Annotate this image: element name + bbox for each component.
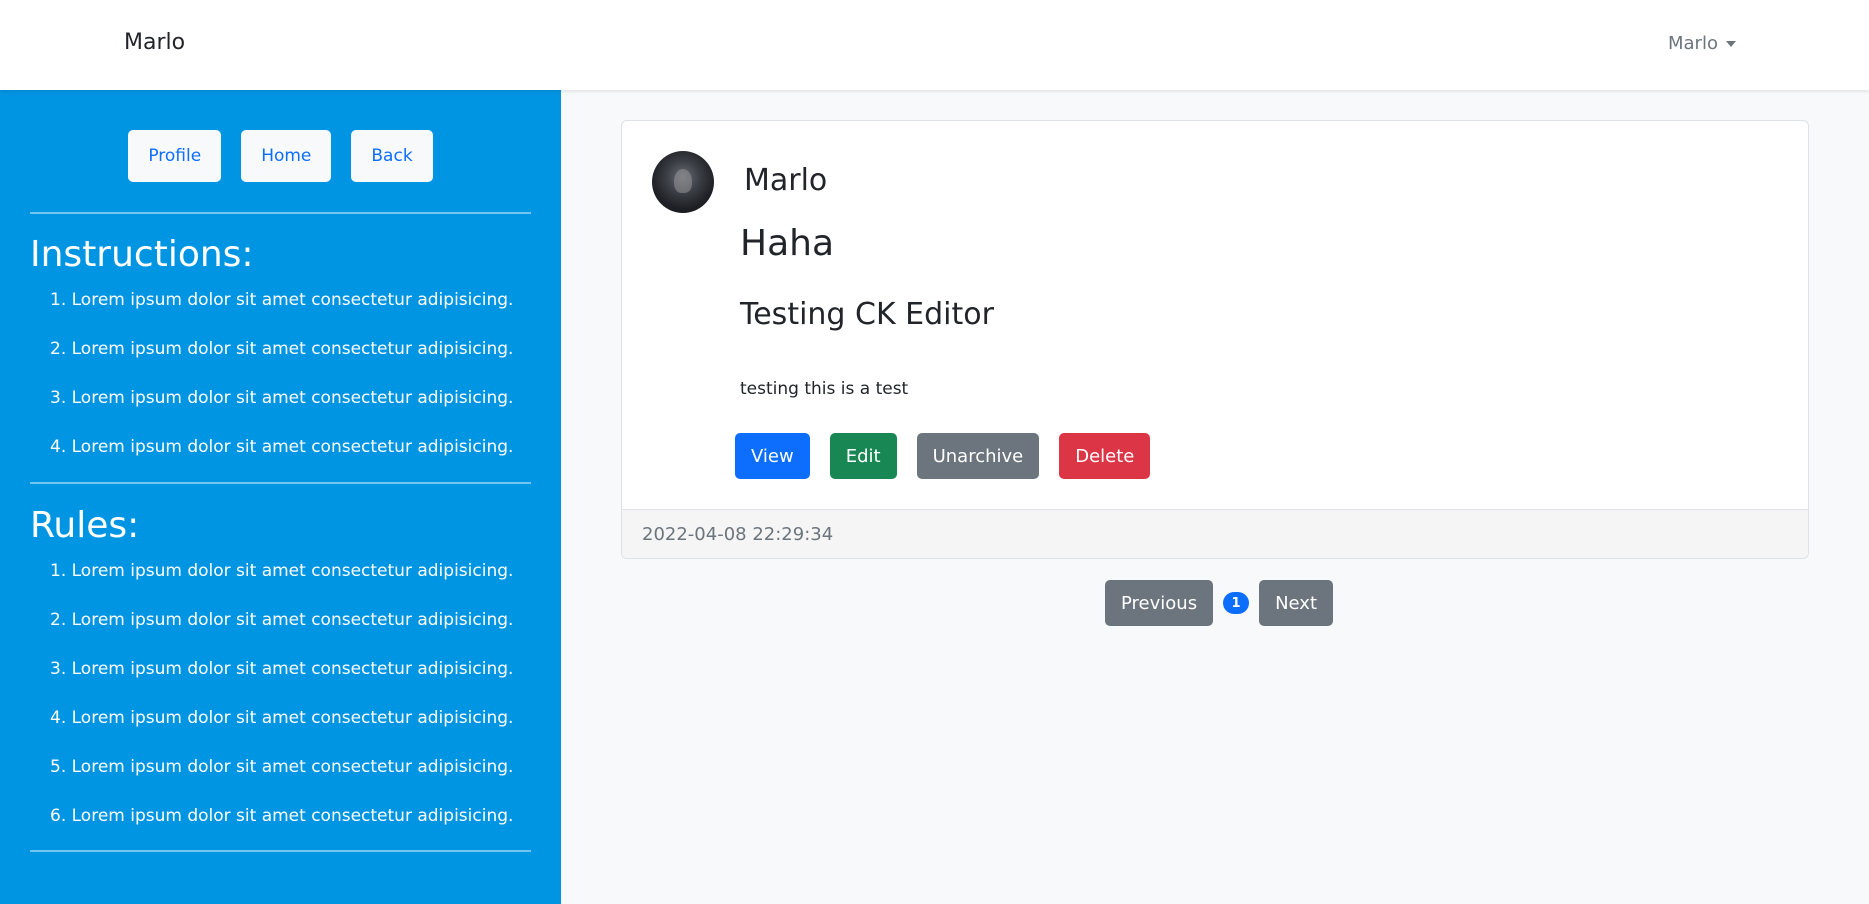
list-item: 1. Lorem ipsum dolor sit amet consectetu…	[50, 290, 514, 310]
back-button[interactable]: Back	[351, 130, 433, 182]
post-actions: View Edit Unarchive Delete	[735, 433, 1151, 479]
list-item: 2. Lorem ipsum dolor sit amet consectetu…	[50, 339, 514, 359]
post-subtitle: Testing CK Editor	[740, 297, 994, 332]
instructions-list: 1. Lorem ipsum dolor sit amet consectetu…	[30, 276, 513, 472]
divider	[30, 850, 531, 852]
post-body: testing this is a test	[740, 379, 909, 399]
delete-button[interactable]: Delete	[1059, 433, 1151, 479]
avatar	[652, 151, 714, 213]
post-title: Haha	[740, 223, 835, 264]
divider	[30, 482, 531, 484]
unarchive-button[interactable]: Unarchive	[916, 433, 1040, 479]
home-button[interactable]: Home	[241, 130, 332, 182]
instructions-heading: Instructions:	[30, 234, 254, 275]
next-page-button[interactable]: Next	[1259, 580, 1334, 626]
post-author: Marlo	[744, 163, 828, 198]
list-item: 2. Lorem ipsum dolor sit amet consectetu…	[50, 610, 514, 630]
post-timestamp: 2022-04-08 22:29:34	[642, 524, 834, 545]
divider	[30, 212, 531, 214]
edit-button[interactable]: Edit	[829, 433, 897, 479]
list-item: 6. Lorem ipsum dolor sit amet consectetu…	[50, 806, 514, 826]
list-item: 4. Lorem ipsum dolor sit amet consectetu…	[50, 708, 514, 728]
user-dropdown-label: Marlo	[1668, 33, 1718, 54]
top-navbar: Marlo Marlo	[0, 0, 1869, 90]
list-item: 3. Lorem ipsum dolor sit amet consectetu…	[50, 388, 514, 408]
sidebar: Profile Home Back Instructions: 1. Lorem…	[0, 90, 561, 904]
user-dropdown[interactable]: Marlo	[1668, 33, 1736, 54]
chevron-down-icon	[1725, 41, 1736, 47]
card-footer: 2022-04-08 22:29:34	[622, 509, 1808, 558]
post-card: Marlo Haha Testing CK Editor testing thi…	[621, 120, 1809, 559]
list-item: 4. Lorem ipsum dolor sit amet consectetu…	[50, 437, 514, 457]
list-item: 5. Lorem ipsum dolor sit amet consectetu…	[50, 757, 514, 777]
list-item: 1. Lorem ipsum dolor sit amet consectetu…	[50, 561, 514, 581]
sidebar-nav-buttons: Profile Home Back	[0, 130, 561, 182]
pagination: Previous 1 Next	[1105, 580, 1334, 626]
rules-list: 1. Lorem ipsum dolor sit amet consectetu…	[30, 547, 513, 841]
rules-heading: Rules:	[30, 505, 140, 546]
list-item: 3. Lorem ipsum dolor sit amet consectetu…	[50, 659, 514, 679]
current-page-badge[interactable]: 1	[1223, 592, 1250, 614]
view-button[interactable]: View	[735, 433, 810, 479]
profile-button[interactable]: Profile	[128, 130, 222, 182]
navbar-brand[interactable]: Marlo	[124, 30, 185, 55]
previous-page-button[interactable]: Previous	[1105, 580, 1214, 626]
